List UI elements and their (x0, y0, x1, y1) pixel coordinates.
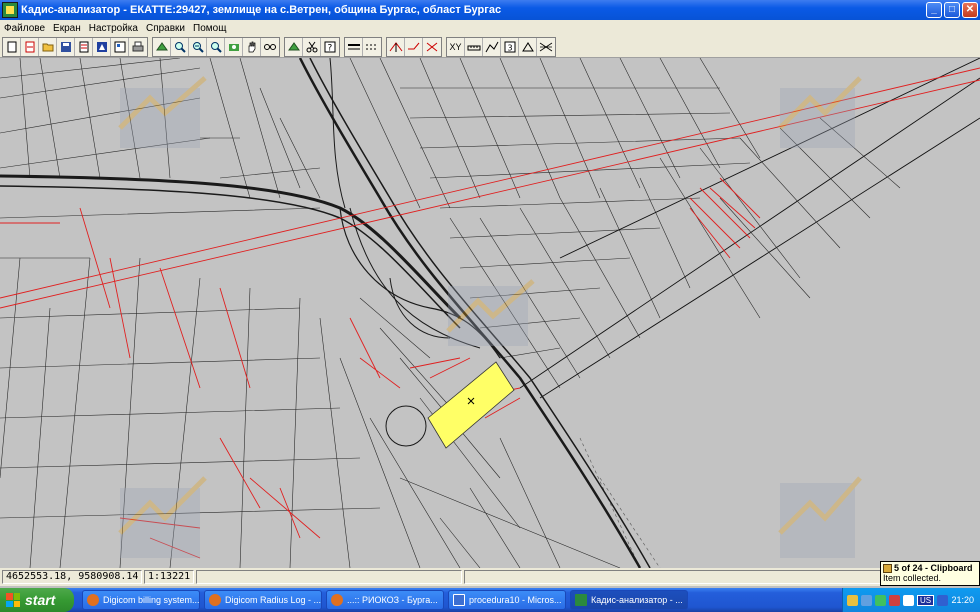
task-label: Digicom Radius Log - ... (225, 595, 321, 605)
firefox-icon (209, 594, 221, 606)
taskbar-item-radius-log[interactable]: Digicom Radius Log - ... (204, 590, 322, 610)
glasses-icon[interactable] (261, 37, 279, 56)
taskbar-item-billing[interactable]: Digicom billing system... (82, 590, 200, 610)
menu-help[interactable]: Помощ (189, 23, 230, 34)
svg-text:?: ? (328, 43, 333, 53)
scissors-icon[interactable] (303, 37, 321, 56)
select-icon[interactable] (153, 37, 171, 56)
polyline-icon[interactable] (483, 37, 501, 56)
map-canvas[interactable] (0, 58, 980, 568)
dashed-line-icon[interactable] (363, 37, 381, 56)
watermark-logos (118, 76, 862, 558)
zoom-in-icon[interactable] (171, 37, 189, 56)
menu-bar: Файлове Екран Настройка Справки Помощ (0, 20, 980, 36)
cadastral-map[interactable] (0, 58, 980, 568)
triangle-icon[interactable] (519, 37, 537, 56)
properties-icon[interactable] (111, 37, 129, 56)
menu-settings[interactable]: Настройка (85, 23, 142, 34)
coordinates-readout: 4652553.18, 9580908.14 (2, 570, 142, 584)
toolbar-group-measure: XY 3 (446, 36, 556, 57)
clipboard-notification[interactable]: 5 of 24 - Clipboard Item collected. (880, 561, 980, 586)
close-button[interactable]: ✕ (962, 2, 978, 18)
status-field-4 (464, 570, 882, 584)
window-title: Кадис-анализатор - ЕКАТТЕ:29427, землище… (21, 4, 502, 16)
title-bar[interactable]: Кадис-анализатор - ЕКАТТЕ:29427, землище… (0, 0, 980, 20)
clipboard-icon (883, 563, 892, 573)
word-icon (453, 594, 465, 606)
help-icon[interactable]: ? (321, 37, 339, 56)
antivirus-icon[interactable] (889, 594, 900, 606)
toolbar-group-view (152, 36, 280, 57)
task-label: ...:: РИОКОЗ - Бурга... (347, 595, 438, 605)
pointer-icon[interactable] (285, 37, 303, 56)
clipboard-message: Item collected. (883, 573, 942, 583)
selected-parcel[interactable] (427, 361, 515, 449)
cross-icon[interactable] (423, 37, 441, 56)
maximize-button[interactable]: □ (944, 2, 960, 18)
open-icon[interactable] (21, 37, 39, 56)
task-label: Кадис-анализатор - ... (591, 595, 683, 605)
clipboard-title: 5 of 24 - Clipboard (894, 563, 973, 573)
task-label: procedura10 - Micros... (469, 595, 562, 605)
app-icon[interactable] (2, 2, 18, 18)
firefox-icon (87, 594, 99, 606)
status-field-3 (196, 570, 462, 584)
print-icon[interactable] (129, 37, 147, 56)
menu-screen[interactable]: Екран (49, 23, 85, 34)
scale-readout: 1:13221 (144, 570, 194, 584)
measure-icon[interactable] (465, 37, 483, 56)
svg-text:3: 3 (507, 43, 512, 52)
firefox-icon (331, 594, 343, 606)
toolbar-group-lines (344, 36, 382, 57)
menu-files[interactable]: Файлове (0, 23, 49, 34)
system-tray: US 21:20 (842, 588, 980, 612)
shield-icon[interactable] (875, 594, 886, 606)
app-icon (575, 594, 587, 606)
roads (0, 58, 651, 568)
windows-flag-icon (6, 593, 20, 607)
taskbar-item-kadis[interactable]: Кадис-анализатор - ... (570, 590, 688, 610)
layers-icon[interactable] (93, 37, 111, 56)
pan-hand-icon[interactable] (243, 37, 261, 56)
application-window: Кадис-анализатор - ЕКАТТЕ:29427, землище… (0, 0, 980, 612)
clipboard-tray-icon[interactable] (847, 594, 858, 606)
cut-line-icon[interactable] (405, 37, 423, 56)
number-icon[interactable]: 3 (501, 37, 519, 56)
zoom-window-icon[interactable] (207, 37, 225, 56)
taskbar: start Digicom billing system... Digicom … (0, 588, 980, 612)
measure-angle-icon[interactable] (387, 37, 405, 56)
tray-app-icon[interactable] (937, 594, 949, 606)
task-label: Digicom billing system... (103, 595, 199, 605)
network-icon[interactable] (861, 594, 872, 606)
minimize-button[interactable]: _ (926, 2, 942, 18)
start-label: start (25, 592, 56, 608)
language-indicator[interactable]: US (917, 594, 935, 606)
toolbar-group-file (2, 36, 148, 57)
start-button[interactable]: start (0, 588, 74, 612)
volume-icon[interactable] (903, 594, 914, 606)
folder-icon[interactable] (39, 37, 57, 56)
toolbar: ? XY 3 (0, 36, 980, 58)
document-icon[interactable] (75, 37, 93, 56)
taskbar-item-procedura[interactable]: procedura10 - Micros... (448, 590, 566, 610)
menu-reports[interactable]: Справки (142, 23, 189, 34)
clock[interactable]: 21:20 (951, 595, 974, 605)
toolbar-group-draw (386, 36, 442, 57)
zoom-all-icon[interactable] (225, 37, 243, 56)
status-bar: 4652553.18, 9580908.14 1:13221 (0, 568, 980, 586)
xy-icon[interactable]: XY (447, 37, 465, 56)
save-icon[interactable] (57, 37, 75, 56)
toolbar-group-edit: ? (284, 36, 340, 57)
polygon-icon[interactable] (537, 37, 555, 56)
new-icon[interactable] (3, 37, 21, 56)
line-icon[interactable] (345, 37, 363, 56)
taskbar-item-riokoz[interactable]: ...:: РИОКОЗ - Бурга... (326, 590, 444, 610)
zoom-out-icon[interactable] (189, 37, 207, 56)
